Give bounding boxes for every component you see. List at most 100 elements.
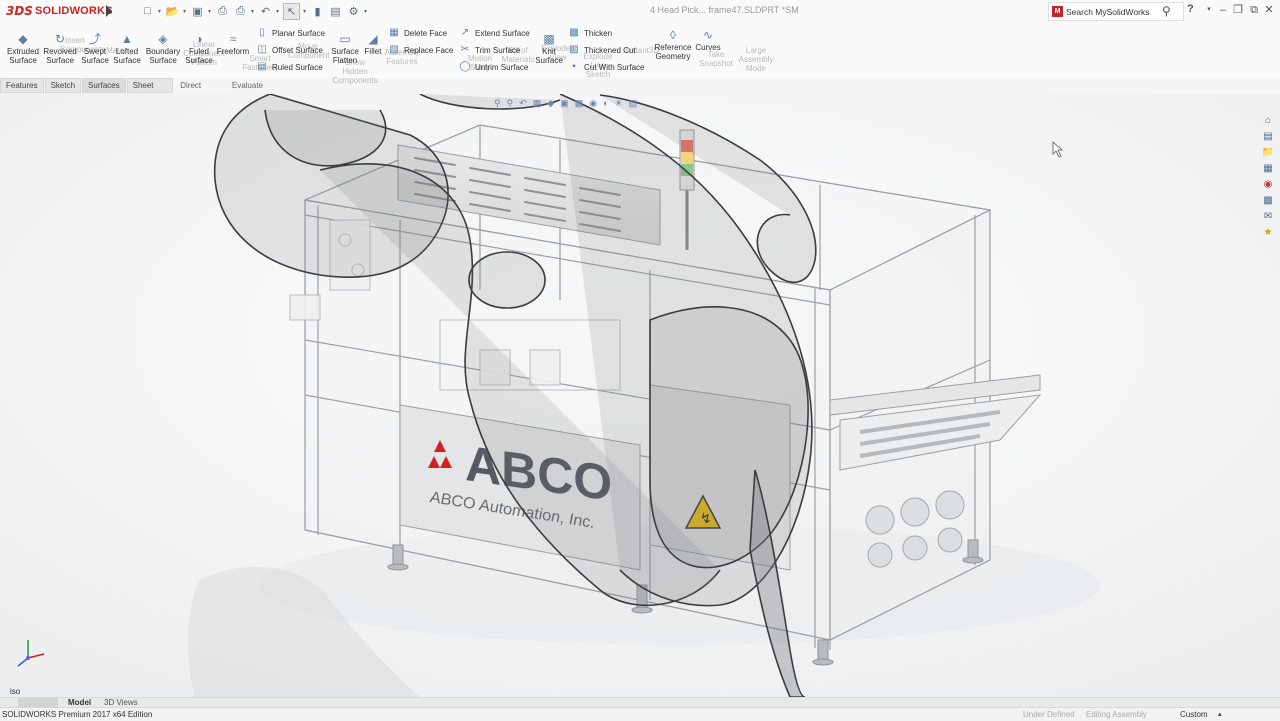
restore-icon[interactable]: ❐	[1231, 3, 1245, 17]
ghost-label: Take Snapshot	[699, 50, 733, 68]
display-style-icon[interactable]: ▩	[575, 98, 584, 109]
filled-surface-button[interactable]: ◑ Fuled Surface	[182, 32, 216, 65]
replace-face-button[interactable]: ▧ Replace Face	[388, 43, 453, 57]
view-settings-icon[interactable]: ▧	[629, 98, 638, 109]
tab-evaluate[interactable]: Evaluate	[226, 78, 269, 93]
undo-icon[interactable]: ↶	[258, 4, 273, 19]
open-icon[interactable]: 📂	[165, 4, 180, 19]
print-icon[interactable]: ⎙	[215, 4, 230, 19]
button-label-line2: Surface	[81, 56, 109, 65]
view-orientation-icon[interactable]: ▣	[560, 98, 569, 109]
apply-scene-icon[interactable]: ☀	[615, 98, 623, 109]
revolved-surface-button[interactable]: ↻ Revolved Surface	[42, 32, 78, 65]
new-icon[interactable]: □	[140, 4, 155, 19]
zoom-area-icon[interactable]: ⚲	[507, 98, 514, 109]
button-label-line1: Extruded	[6, 47, 40, 56]
chevron-down-icon[interactable]: ▾	[158, 8, 163, 15]
select-icon[interactable]: ↖	[283, 2, 300, 20]
lofted-surface-button[interactable]: ▲ Lofted Surface	[110, 32, 144, 65]
previous-view-icon[interactable]: ↶	[519, 98, 527, 109]
boundary-surface-button[interactable]: ◈ Boundary Surface	[144, 32, 182, 65]
model-render: ABCO ABCO Automation, Inc. ↯	[0, 94, 1280, 697]
file-properties-icon[interactable]: ▤	[328, 4, 343, 19]
hide-show-items-icon[interactable]: ◉	[589, 98, 597, 109]
freeform-button[interactable]: ≈ Freeform	[214, 32, 252, 56]
tips-icon[interactable]: ★	[1261, 226, 1275, 240]
button-label: Planar Surface	[272, 28, 325, 38]
planar-surface-button[interactable]: ▯ Planar Surface	[256, 26, 325, 40]
button-label-line1: Swept	[83, 47, 107, 56]
custom-properties-icon[interactable]: ▩	[1261, 194, 1275, 208]
tab-direct-editing[interactable]: Direct Editing	[174, 78, 225, 103]
menu-expand-arrow-icon[interactable]	[106, 5, 112, 17]
restore-down-icon[interactable]: ⧉	[1247, 3, 1261, 17]
thicken-button[interactable]: ▩ Thicken	[568, 26, 612, 40]
tab-surfaces[interactable]: Surfaces	[82, 78, 126, 93]
chevron-down-icon[interactable]: ▾	[208, 8, 213, 15]
chevron-down-icon[interactable]: ▾	[183, 8, 188, 15]
section-view-icon[interactable]: ▦	[533, 98, 542, 109]
extruded-surface-button[interactable]: ◆ Extruded Surface	[4, 32, 42, 65]
delete-face-button[interactable]: ▦ Delete Face	[388, 26, 447, 40]
filled-surface-icon: ◑	[195, 32, 203, 46]
home-icon[interactable]: ⌂	[1261, 114, 1275, 128]
unit-system-selector[interactable]: Custom	[1180, 710, 1208, 719]
dynamic-annotation-icon[interactable]: ◆	[547, 98, 554, 109]
viewport-close-icon[interactable]: ✕	[1262, 94, 1270, 95]
cut-with-surface-button[interactable]: ▪ Cut With Surface	[568, 60, 644, 74]
design-library-icon[interactable]: ▤	[1261, 130, 1275, 144]
extend-surface-button[interactable]: ↗ Extend Surface	[459, 26, 530, 40]
rebuild-icon[interactable]: ▮	[310, 4, 325, 19]
print-preview-icon[interactable]: ⎙	[233, 4, 248, 19]
chevron-down-icon[interactable]: ▾	[276, 8, 281, 15]
trim-surface-button[interactable]: ✂ Trim Surface	[459, 43, 521, 57]
zoom-to-fit-icon[interactable]: ⚲	[494, 98, 501, 109]
thickened-cut-button[interactable]: ▨ Thickened Cut	[568, 43, 635, 57]
graphics-area[interactable]: ABCO ABCO Automation, Inc. ↯ ⚲ ⚲ ↶ ▦ ◆ ▣…	[0, 94, 1280, 697]
knit-surface-button[interactable]: ▩ Knit Surface	[534, 32, 564, 65]
forum-icon[interactable]: ✉	[1261, 210, 1275, 224]
ruled-surface-button[interactable]: ▤ Ruled Surface	[256, 60, 322, 74]
tab-sheet-metal[interactable]: Sheet Metal	[126, 78, 174, 103]
chevron-down-icon[interactable]: ▾	[251, 8, 256, 15]
button-label-line1: Surface	[331, 47, 359, 56]
edit-appearance-icon[interactable]: ◐	[603, 98, 608, 108]
offset-surface-button[interactable]: ◫ Offset Surface	[256, 43, 323, 57]
status-bar: SOLIDWORKS Premium 2017 x64 Edition Unde…	[0, 707, 1280, 721]
minimize-icon[interactable]: –	[1216, 3, 1230, 17]
surface-flatten-button[interactable]: ▭ Surface Flatten	[326, 32, 364, 65]
save-icon[interactable]: ▣	[190, 4, 205, 19]
search-input[interactable]: Search MySolidWorks	[1066, 7, 1149, 17]
viewport-restore-icon[interactable]: ❐	[1243, 94, 1251, 95]
tab-model[interactable]: Model	[68, 698, 91, 707]
untrim-surface-icon: ◯	[459, 61, 471, 72]
reference-geometry-button[interactable]: ◊ Reference Geometry	[652, 28, 694, 61]
split-view-icon[interactable]: ◫	[1193, 94, 1202, 95]
command-tabs: Features Sketch Surfaces Sheet Metal Dir…	[0, 78, 270, 103]
untrim-surface-button[interactable]: ◯ Untrim Surface	[459, 60, 528, 74]
tab-features[interactable]: Features	[0, 78, 44, 93]
help-dropdown-icon[interactable]: ▾	[1202, 3, 1216, 17]
search-icon[interactable]: ⚲	[1162, 4, 1171, 18]
quick-access-toolbar: □ ▾ 📂 ▾ ▣ ▾ ⎙ ⎙ ▾ ↶ ▾ ↖ ▾ ▮ ▤ ⚙ ▾	[140, 2, 371, 20]
appearances-icon[interactable]: ◉	[1261, 178, 1275, 192]
chevron-up-icon[interactable]: ▴	[1218, 710, 1222, 718]
file-explorer-icon[interactable]: 📁	[1261, 146, 1275, 160]
swept-surface-button[interactable]: ⤴ Swept Surface	[78, 32, 112, 65]
help-icon[interactable]: ?	[1187, 3, 1194, 15]
view-palette-icon[interactable]: ▦	[1261, 162, 1275, 176]
tab-sketch[interactable]: Sketch	[44, 78, 82, 93]
chevron-down-icon[interactable]: ▾	[303, 8, 308, 15]
tab-scroll-buttons[interactable]	[18, 698, 58, 707]
button-label-line2: Surface	[113, 56, 141, 65]
tile-view-icon[interactable]: ◫	[1210, 94, 1219, 95]
solidworks-logo[interactable]: 3DS SOLIDWORKS	[6, 3, 113, 19]
fillet-button[interactable]: ◢ Fillet	[360, 32, 386, 56]
replace-face-icon: ▧	[389, 44, 399, 55]
close-icon[interactable]: ✕	[1262, 3, 1276, 17]
search-mysolidworks[interactable]: M Search MySolidWorks ⚲	[1048, 2, 1184, 21]
curves-button[interactable]: ∿ Curves	[692, 28, 724, 52]
chevron-down-icon[interactable]: ▾	[364, 8, 369, 15]
tab-3d-views[interactable]: 3D Views	[104, 698, 138, 707]
options-icon[interactable]: ⚙	[346, 4, 361, 19]
